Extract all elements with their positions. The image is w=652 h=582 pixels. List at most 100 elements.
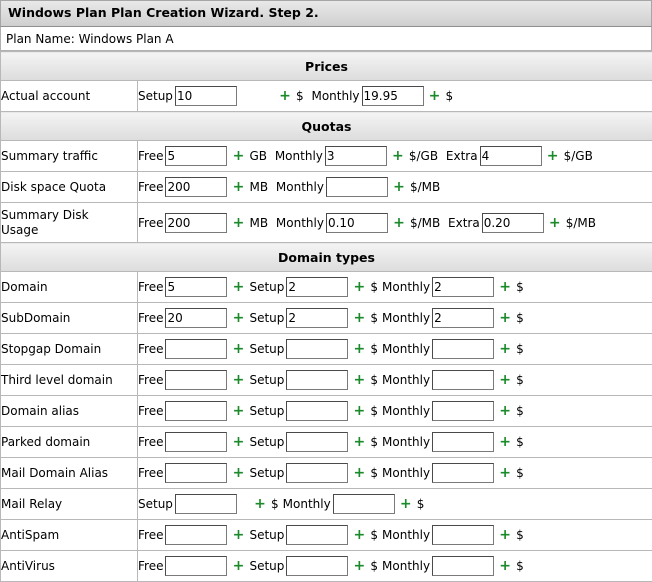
plus-icon[interactable]: + xyxy=(542,148,564,164)
setup-input[interactable] xyxy=(286,308,348,328)
plus-icon[interactable]: + xyxy=(494,465,516,481)
plus-icon[interactable]: + xyxy=(274,88,296,104)
plus-icon[interactable]: + xyxy=(227,372,249,388)
setup-input[interactable] xyxy=(175,86,237,106)
setup-label: Setup xyxy=(138,89,173,103)
monthly-input[interactable] xyxy=(432,432,494,452)
extra-input[interactable] xyxy=(482,213,544,233)
setup-input[interactable] xyxy=(286,463,348,483)
plus-icon[interactable]: + xyxy=(227,148,249,164)
plus-icon[interactable]: + xyxy=(227,434,249,450)
plus-icon[interactable]: + xyxy=(395,496,417,512)
monthly-input[interactable] xyxy=(326,213,388,233)
monthly-input[interactable] xyxy=(432,370,494,390)
monthly-label: Monthly xyxy=(382,311,430,325)
plus-icon[interactable]: + xyxy=(494,372,516,388)
monthly-input[interactable] xyxy=(432,525,494,545)
plus-icon[interactable]: + xyxy=(348,310,370,326)
row-label: Actual account xyxy=(1,81,138,112)
plus-icon[interactable]: + xyxy=(388,215,410,231)
currency-unit: $ xyxy=(370,373,378,387)
plus-icon[interactable]: + xyxy=(387,148,409,164)
plus-icon[interactable]: + xyxy=(227,179,249,195)
setup-input[interactable] xyxy=(286,556,348,576)
monthly-input[interactable] xyxy=(325,146,387,166)
monthly-input[interactable] xyxy=(432,463,494,483)
free-label: Free xyxy=(138,280,163,294)
plus-icon[interactable]: + xyxy=(494,279,516,295)
setup-input[interactable] xyxy=(286,525,348,545)
monthly-label: Monthly xyxy=(382,342,430,356)
currency-unit: $ xyxy=(296,89,304,103)
monthly-input[interactable] xyxy=(432,339,494,359)
monthly-input[interactable] xyxy=(326,177,388,197)
free-input[interactable] xyxy=(165,525,227,545)
price-per-mb-unit: $/MB xyxy=(410,216,440,230)
plus-icon[interactable]: + xyxy=(227,310,249,326)
free-input[interactable] xyxy=(165,146,227,166)
plus-icon[interactable]: + xyxy=(348,465,370,481)
row-parked-domain: Parked domainFree+Setup+$Monthly+$ xyxy=(1,427,652,458)
wizard-window: Windows Plan Plan Creation Wizard. Step … xyxy=(0,0,652,579)
setup-input[interactable] xyxy=(286,339,348,359)
plus-icon[interactable]: + xyxy=(494,434,516,450)
plus-icon[interactable]: + xyxy=(227,215,249,231)
plus-icon[interactable]: + xyxy=(494,403,516,419)
free-input[interactable] xyxy=(165,432,227,452)
plus-icon[interactable]: + xyxy=(227,341,249,357)
plus-icon[interactable]: + xyxy=(227,527,249,543)
setup-input[interactable] xyxy=(286,370,348,390)
monthly-label: Monthly xyxy=(382,559,430,573)
plus-icon[interactable]: + xyxy=(424,88,446,104)
setup-input[interactable] xyxy=(286,401,348,421)
plus-icon[interactable]: + xyxy=(348,558,370,574)
currency-unit: $ xyxy=(370,404,378,418)
setup-input[interactable] xyxy=(286,432,348,452)
row-label-line1: Summary Disk xyxy=(1,208,89,222)
monthly-input[interactable] xyxy=(333,494,395,514)
plus-icon[interactable]: + xyxy=(388,179,410,195)
free-input[interactable] xyxy=(165,463,227,483)
row-antispam: AntiSpamFree+Setup+$Monthly+$ xyxy=(1,520,652,551)
monthly-input[interactable] xyxy=(432,308,494,328)
plus-icon[interactable]: + xyxy=(348,403,370,419)
free-input[interactable] xyxy=(165,177,227,197)
plus-icon[interactable]: + xyxy=(348,279,370,295)
plus-icon[interactable]: + xyxy=(494,341,516,357)
free-input[interactable] xyxy=(165,370,227,390)
quotas-section-header: Quotas xyxy=(1,112,652,141)
free-input[interactable] xyxy=(165,556,227,576)
free-input[interactable] xyxy=(165,277,227,297)
monthly-input[interactable] xyxy=(432,401,494,421)
plus-icon[interactable]: + xyxy=(348,341,370,357)
free-input[interactable] xyxy=(165,339,227,359)
currency-unit: $ xyxy=(370,435,378,449)
price-per-gb-unit: $/GB xyxy=(564,149,593,163)
plus-icon[interactable]: + xyxy=(348,527,370,543)
free-input[interactable] xyxy=(165,213,227,233)
setup-label: Setup xyxy=(249,435,284,449)
free-input[interactable] xyxy=(165,401,227,421)
monthly-input[interactable] xyxy=(432,556,494,576)
plus-icon[interactable]: + xyxy=(494,527,516,543)
plus-icon[interactable]: + xyxy=(227,279,249,295)
plus-icon[interactable]: + xyxy=(494,310,516,326)
plus-icon[interactable]: + xyxy=(227,403,249,419)
monthly-input[interactable] xyxy=(362,86,424,106)
monthly-input[interactable] xyxy=(432,277,494,297)
free-label: Free xyxy=(138,311,163,325)
extra-input[interactable] xyxy=(480,146,542,166)
plus-icon[interactable]: + xyxy=(494,558,516,574)
wizard-title: Windows Plan Plan Creation Wizard. Step … xyxy=(0,0,652,27)
plus-icon[interactable]: + xyxy=(348,434,370,450)
plus-icon[interactable]: + xyxy=(249,496,271,512)
plus-icon[interactable]: + xyxy=(544,215,566,231)
plus-icon[interactable]: + xyxy=(348,372,370,388)
plus-icon[interactable]: + xyxy=(227,558,249,574)
setup-input[interactable] xyxy=(286,277,348,297)
free-input[interactable] xyxy=(165,308,227,328)
plus-icon[interactable]: + xyxy=(227,465,249,481)
setup-input[interactable] xyxy=(175,494,237,514)
setup-label: Setup xyxy=(249,373,284,387)
free-label: Free xyxy=(138,180,163,194)
